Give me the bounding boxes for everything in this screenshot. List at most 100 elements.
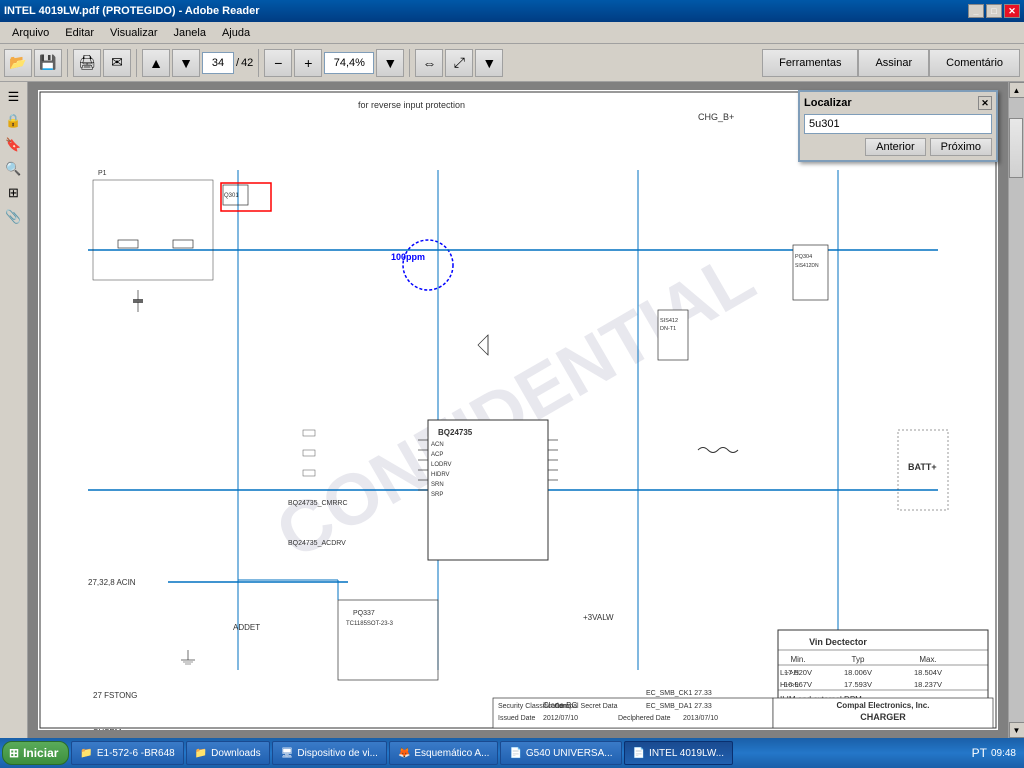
scroll-up-button[interactable]: ▲ [1009,82,1024,98]
taskbar-icon-3: 🦊 [398,748,410,759]
sidebar-lock-icon[interactable]: 🔒 [3,110,25,132]
taskbar-label-4: G540 UNIVERSA... [526,748,613,759]
taskbar-icon-4: 📄 [509,748,521,759]
sidebar-attach-icon[interactable]: 📎 [3,206,25,228]
svg-text:27,32,8 ACIN: 27,32,8 ACIN [88,578,136,587]
pdf-area: Localizar ✕ Anterior Próximo CONFIDENTIA… [28,82,1008,738]
taskbar-item-5[interactable]: 📄 INTEL 4019LW... [624,741,734,765]
svg-text:BQ24735_ACDRV: BQ24735_ACDRV [288,540,346,547]
taskbar-item-1[interactable]: 📁 Downloads [186,741,270,765]
svg-text:SIS412: SIS412 [660,318,678,324]
ferramentas-button[interactable]: Ferramentas [762,49,858,77]
svg-text:DN-T1: DN-T1 [660,326,676,332]
svg-text:SUSPM: SUSPM [93,728,122,730]
svg-text:Min.: Min. [790,655,805,664]
next-page-button[interactable]: ▼ [172,49,200,77]
find-close-button[interactable]: ✕ [978,96,992,110]
close-button[interactable]: ✕ [1004,4,1020,18]
svg-text:17.593V: 17.593V [844,680,872,689]
svg-text:18.504V: 18.504V [914,668,942,677]
sidebar-hand-icon[interactable]: ☰ [3,86,25,108]
scroll-track[interactable] [1009,98,1024,722]
sidebar-bookmark-icon[interactable]: 🔖 [3,134,25,156]
svg-text:Typ: Typ [852,655,865,664]
find-prev-button[interactable]: Anterior [865,138,926,156]
find-input[interactable] [804,114,992,134]
taskbar-item-3[interactable]: 🦊 Esquemático A... [389,741,499,765]
start-button[interactable]: ⊞ Iniciar [2,741,69,765]
menu-janela[interactable]: Janela [166,25,214,41]
zoom-in-button[interactable]: + [294,49,322,77]
svg-text:27 FSTONG: 27 FSTONG [93,691,137,700]
taskbar-label-5: INTEL 4019LW... [649,748,724,759]
open-button[interactable]: 📂 [4,49,32,77]
zoom-out-button[interactable]: − [264,49,292,77]
taskbar-label-2: Dispositivo de vi... [297,748,378,759]
menu-ajuda[interactable]: Ajuda [214,25,258,41]
menubar: Arquivo Editar Visualizar Janela Ajuda [0,22,1024,44]
menu-editar[interactable]: Editar [57,25,102,41]
taskbar: ⊞ Iniciar 📁 E1-572-6 -BR648 📁 Downloads … [0,738,1024,768]
fit-page-button[interactable]: ⤢ [445,49,473,77]
prev-page-button[interactable]: ▲ [142,49,170,77]
scrollbar-right[interactable]: ▲ ▼ [1008,82,1024,738]
save-button[interactable]: 💾 [34,49,62,77]
toolbar-sep-2 [136,49,137,77]
scroll-thumb[interactable] [1009,118,1023,178]
more-button[interactable]: ▼ [475,49,503,77]
sidebar-search-icon[interactable]: 🔍 [3,158,25,180]
keyboard-layout-indicator[interactable]: PT [972,746,987,760]
taskbar-icon-1: 📁 [195,748,207,759]
svg-text:for reverse input protection: for reverse input protection [358,100,465,110]
taskbar-item-4[interactable]: 📄 G540 UNIVERSA... [500,741,621,765]
svg-text:SRN: SRN [431,482,444,488]
svg-text:LODRV: LODRV [431,462,452,468]
start-label: Iniciar [23,746,58,760]
zoom-dropdown[interactable]: ▼ [376,49,404,77]
taskbar-icon-5: 📄 [633,748,645,759]
svg-text:100ppm: 100ppm [391,252,425,262]
menu-visualizar[interactable]: Visualizar [102,25,166,41]
schematic-page: CONFIDENTIAL for reverse input protectio… [38,90,998,730]
sidebar-layers-icon[interactable]: ⊞ [3,182,25,204]
svg-text:TC1185SOT-23-3: TC1185SOT-23-3 [346,621,394,627]
menu-arquivo[interactable]: Arquivo [4,25,57,41]
svg-text:EC_SMB_DA1 27.33: EC_SMB_DA1 27.33 [646,703,712,710]
minimize-button[interactable]: _ [968,4,984,18]
svg-text:PQ304: PQ304 [795,254,812,260]
tray-time: 09:48 [991,748,1016,759]
windows-icon: ⊞ [9,746,19,760]
svg-text:PQ337: PQ337 [353,610,375,617]
assinar-button[interactable]: Assinar [858,49,929,77]
find-bar-header: Localizar ✕ [804,96,992,110]
scroll-down-button[interactable]: ▼ [1009,722,1024,738]
taskbar-item-0[interactable]: 📁 E1-572-6 -BR648 [71,741,183,765]
maximize-button[interactable]: □ [986,4,1002,18]
taskbar-label-3: Esquemático A... [414,748,489,759]
toolbar-sep-4 [409,49,410,77]
system-tray: PT 09:48 [966,746,1022,760]
svg-text:Declphered Date: Declphered Date [618,715,671,722]
taskbar-item-2[interactable]: 🖥 Dispositivo de vi... [272,741,387,765]
page-input[interactable] [202,52,234,74]
svg-text:18.237V: 18.237V [914,680,942,689]
svg-text:SRP: SRP [431,492,443,498]
comentario-button[interactable]: Comentário [929,49,1020,77]
fit-width-button[interactable]: ⇔ [415,49,443,77]
toolbar-sep-3 [258,49,259,77]
email-button[interactable]: ✉ [103,49,131,77]
taskbar-icon-2: 🖥 [281,748,294,759]
zoom-input[interactable] [324,52,374,74]
page-nav: / 42 [202,52,253,74]
titlebar-buttons: _ □ ✕ [968,4,1020,18]
print-button[interactable]: 🖨 [73,49,101,77]
toolbar-right: Ferramentas Assinar Comentário [762,49,1020,77]
svg-text:ACN: ACN [431,442,444,448]
find-bar-title-text: Localizar [804,97,852,109]
svg-text:HIDRV: HIDRV [431,472,450,478]
svg-text:ADDET: ADDET [233,623,260,632]
svg-text:EC_SMB_CK1 27.33: EC_SMB_CK1 27.33 [646,690,712,697]
svg-text:CHG_B+: CHG_B+ [698,112,734,122]
svg-text:18.006V: 18.006V [844,668,872,677]
find-next-button[interactable]: Próximo [930,138,992,156]
